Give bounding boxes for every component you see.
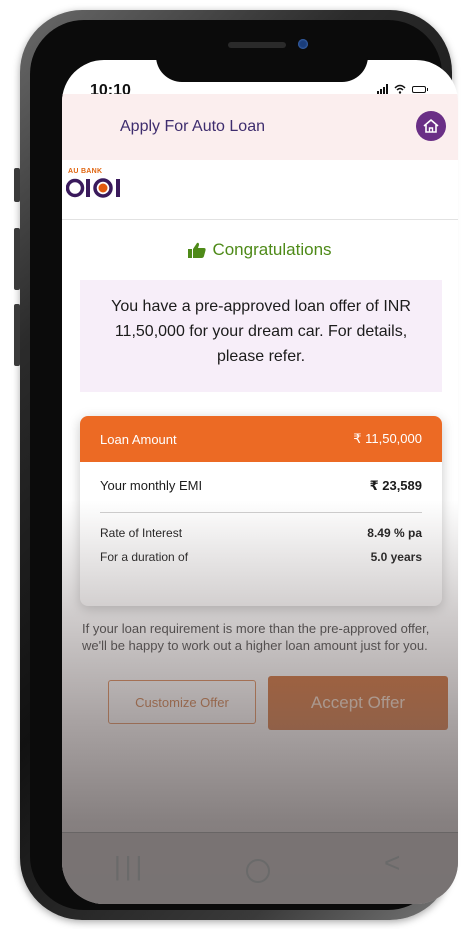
front-camera xyxy=(298,39,308,49)
action-buttons: Customize Offer Accept Offer xyxy=(62,676,458,736)
bank-logo xyxy=(66,176,140,200)
volume-up-button xyxy=(14,228,20,290)
back-button[interactable]: < xyxy=(384,847,400,879)
divider xyxy=(100,512,422,513)
loan-amount-value: ₹ 11,50,000 xyxy=(353,431,422,446)
customize-offer-button[interactable]: Customize Offer xyxy=(108,680,256,724)
loan-amount-label: Loan Amount xyxy=(100,431,177,447)
nav-home-button[interactable] xyxy=(246,859,270,883)
logo-0101-icon xyxy=(66,178,120,198)
home-button[interactable] xyxy=(416,111,446,141)
signal-icon xyxy=(377,84,388,94)
app-header: Apply For Auto Loan xyxy=(62,94,458,160)
accept-offer-button[interactable]: Accept Offer xyxy=(268,676,448,730)
volume-down-button xyxy=(14,304,20,366)
page-title: Apply For Auto Loan xyxy=(120,118,265,135)
android-nav-bar: ||| < xyxy=(62,832,458,904)
interest-row: Rate of Interest 8.49 % pa xyxy=(80,526,442,540)
duration-label: For a duration of xyxy=(100,550,189,564)
loan-requirement-note: If your loan requirement is more than th… xyxy=(82,621,430,653)
status-icons xyxy=(377,84,428,94)
thumbs-up-icon xyxy=(188,242,207,258)
loan-amount-bar: Loan Amount ₹ 11,50,000 xyxy=(80,416,442,462)
offer-message: You have a pre-approved loan offer of IN… xyxy=(111,298,411,365)
battery-icon xyxy=(412,85,428,93)
interest-value: 8.49 % pa xyxy=(367,526,422,540)
bank-logo-label: AU BANK xyxy=(68,168,103,175)
recent-apps-button[interactable]: ||| xyxy=(114,851,146,882)
emi-label: Your monthly EMI xyxy=(100,478,203,493)
speaker-grille xyxy=(228,42,286,48)
loan-details-card: Loan Amount ₹ 11,50,000 Your monthly EMI… xyxy=(80,416,442,606)
offer-message-box: You have a pre-approved loan offer of IN… xyxy=(80,280,442,392)
congratulations-text: Congratulations xyxy=(212,240,332,259)
duration-row: For a duration of 5.0 years xyxy=(80,550,442,564)
congratulations-heading: Congratulations xyxy=(62,240,458,260)
home-icon xyxy=(423,119,439,133)
logo-row: AU BANK xyxy=(62,160,458,220)
emi-value: ₹ 23,589 xyxy=(369,478,422,493)
notch xyxy=(156,28,368,82)
emi-row: Your monthly EMI ₹ 23,589 xyxy=(80,478,442,494)
phone-screen: 10:10 Apply For Auto Loan AU BANK Congra… xyxy=(62,60,458,904)
duration-value: 5.0 years xyxy=(370,550,422,564)
wifi-icon xyxy=(394,84,406,94)
mute-switch xyxy=(14,168,20,202)
interest-label: Rate of Interest xyxy=(100,526,183,540)
